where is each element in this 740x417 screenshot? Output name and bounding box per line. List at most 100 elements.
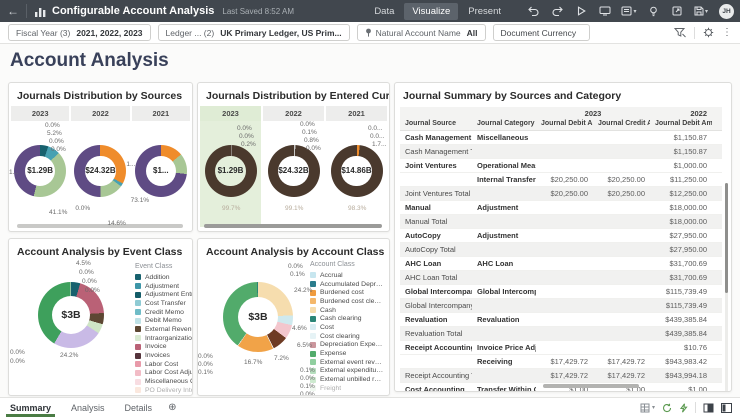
col-debit-2022[interactable]: Journal Debit Amount (Accounted)▲ bbox=[650, 118, 712, 131]
table-row[interactable]: Joint VenturesOperational Measure$1,000.… bbox=[400, 159, 722, 173]
col-credit-2023[interactable]: Journal Credit Amount (Accounted) bbox=[593, 118, 650, 131]
legend-item[interactable]: Invoice bbox=[135, 343, 193, 352]
legend-item[interactable]: Burdened cost clearing bbox=[310, 297, 384, 306]
donut-cell-2023-selected[interactable]: $1.29B0.0%0.0%0.2%99.7% bbox=[200, 121, 261, 227]
table-row[interactable]: ManualAdjustment$18,000.00 bbox=[400, 201, 722, 215]
donut-cell-2023[interactable]: $1.29B0.0%5.2%0.0%0.0%41.1%1... bbox=[11, 121, 69, 227]
legend-item[interactable]: Expense bbox=[310, 349, 384, 358]
legend-item[interactable]: Labor Cost bbox=[135, 360, 193, 369]
table-row-total[interactable]: AHC Loan Total$31,700.69 bbox=[400, 271, 722, 285]
panel-account-class[interactable]: Account Analysis by Account Class $3B 0.… bbox=[197, 238, 390, 396]
col-debit-2023[interactable]: Journal Debit Amount (Accounted) bbox=[536, 118, 593, 131]
donut-chart-account-class[interactable]: $3B bbox=[223, 282, 293, 352]
legend-item[interactable]: External expenditure ... bbox=[310, 367, 384, 376]
table-row[interactable]: Internal Transfer$20,250.00$20,250.00$11… bbox=[400, 173, 722, 187]
legend-item[interactable]: Cash bbox=[310, 306, 384, 315]
panel-event-class[interactable]: Account Analysis by Event Class $3B 4.5%… bbox=[8, 238, 193, 396]
filter-chip-document-currency[interactable]: Document Currency bbox=[493, 24, 591, 41]
horizontal-scrollbar[interactable] bbox=[204, 224, 382, 228]
table-row[interactable]: AutoCopyAdjustment$27,950.00 bbox=[400, 229, 722, 243]
legend-item[interactable]: Adjustment bbox=[135, 282, 193, 291]
table-row[interactable]: Receipt AccountingInvoice Price Adjust$1… bbox=[400, 341, 722, 355]
table-row[interactable]: Global IntercompanyGlobal Intercompany$1… bbox=[400, 285, 722, 299]
donut-cell-2022[interactable]: $24.32B1...0.0%14.6% bbox=[71, 121, 129, 227]
legend-item[interactable]: Invoices bbox=[135, 351, 193, 360]
donut-chart[interactable]: $24.32B bbox=[74, 145, 126, 197]
vertical-scrollbar[interactable] bbox=[725, 183, 728, 392]
table-row-total[interactable]: AutoCopy Total$27,950.00 bbox=[400, 243, 722, 257]
legend-item[interactable]: Cost bbox=[310, 323, 384, 332]
canvas-tab-summary[interactable]: Summary bbox=[0, 398, 61, 417]
filter-chip-ledger[interactable]: Ledger ... (2) UK Primary Ledger, US Pri… bbox=[158, 24, 350, 41]
legend-item[interactable]: Intraorganization Tra... bbox=[135, 334, 193, 343]
notes-list-icon[interactable]: ▾ bbox=[619, 3, 639, 19]
table-row[interactable]: Receiving$17,429.72$17,429.72$943,983.42 bbox=[400, 355, 722, 369]
donut-chart[interactable]: $14.86B bbox=[331, 145, 383, 197]
legend-item[interactable]: Cost Transfer bbox=[135, 299, 193, 308]
legend-item[interactable]: External Revenue bbox=[135, 325, 193, 334]
tab-visualize[interactable]: Visualize bbox=[404, 3, 458, 20]
back-arrow-icon[interactable]: ← bbox=[0, 4, 26, 18]
filter-chip-fiscal-year[interactable]: Fiscal Year (3) 2021, 2022, 2023 bbox=[8, 24, 151, 41]
present-screen-icon[interactable] bbox=[595, 3, 615, 19]
filter-off-icon[interactable] bbox=[674, 27, 686, 38]
table-row-total[interactable]: Receipt Accounting Total$17,429.72$17,42… bbox=[400, 369, 722, 383]
kebab-menu-icon[interactable]: ⋮ bbox=[722, 28, 732, 38]
layout-split-icon[interactable] bbox=[721, 403, 732, 413]
legend-item[interactable]: Adjustment Entry bbox=[135, 290, 193, 299]
table-row[interactable]: RevaluationRevaluation$439,385.84 bbox=[400, 313, 722, 327]
col-journal-source[interactable]: Journal Source bbox=[400, 118, 472, 131]
canvas-tab-analysis[interactable]: Analysis bbox=[61, 398, 115, 417]
legend-item[interactable]: PO Delivery Into Inve... bbox=[135, 386, 193, 395]
legend-item[interactable]: Miscellaneous Cost bbox=[135, 377, 193, 386]
save-icon[interactable]: ▾ bbox=[691, 3, 711, 19]
refresh-data-icon[interactable] bbox=[662, 403, 672, 413]
donut-chart[interactable]: $1.29B bbox=[205, 145, 257, 197]
table-row-total[interactable]: Cash Management Total$1,150.87 bbox=[400, 145, 722, 159]
tab-data[interactable]: Data bbox=[366, 3, 402, 20]
open-window-icon[interactable] bbox=[667, 3, 687, 19]
layout-expanded-icon[interactable] bbox=[703, 403, 714, 413]
preview-play-icon[interactable] bbox=[571, 3, 591, 19]
tab-present[interactable]: Present bbox=[460, 3, 509, 20]
donut-cell-2021[interactable]: $14.86B0.0...0.0...1.7...98.3% bbox=[326, 121, 387, 227]
table-row-total[interactable]: Manual Total$18,000.00 bbox=[400, 215, 722, 229]
legend-item[interactable]: Cost clearing bbox=[310, 332, 384, 341]
horizontal-scrollbar[interactable] bbox=[17, 224, 183, 228]
col-journal-category[interactable]: Journal Category bbox=[472, 118, 536, 131]
table-row-total[interactable]: Joint Ventures Total$20,250.00$20,250.00… bbox=[400, 187, 722, 201]
table-row[interactable]: Cash ManagementMiscellaneous$1,150.87 bbox=[400, 131, 722, 145]
add-canvas-icon[interactable]: ⊕ bbox=[168, 402, 176, 413]
legend-item[interactable]: External event revenue bbox=[310, 358, 384, 367]
legend-item[interactable]: Accumulated Depreci... bbox=[310, 280, 384, 289]
filter-chip-natural-account[interactable]: Natural Account Name All bbox=[357, 24, 486, 41]
legend-item[interactable]: Accrual bbox=[310, 271, 384, 280]
legend-item[interactable]: Burdened cost bbox=[310, 288, 384, 297]
data-settings-icon[interactable] bbox=[703, 27, 714, 38]
legend-item[interactable]: Debit Memo bbox=[135, 316, 193, 325]
table-row-total[interactable]: Global Intercompany Total$115,739.49 bbox=[400, 299, 722, 313]
insights-bulb-icon[interactable] bbox=[643, 3, 663, 19]
donut-chart[interactable]: $24.32B bbox=[268, 145, 320, 197]
legend-item[interactable]: External unbilled rece... bbox=[310, 375, 384, 384]
auto-insights-icon[interactable] bbox=[679, 403, 688, 413]
redo-icon[interactable] bbox=[547, 3, 567, 19]
legend-item[interactable]: Credit Memo bbox=[135, 308, 193, 317]
legend-item[interactable]: Labor Cost Adjustment bbox=[135, 369, 193, 378]
legend-item[interactable]: Addition bbox=[135, 273, 193, 282]
legend-item[interactable]: Freight bbox=[310, 384, 384, 393]
panel-journal-summary-table[interactable]: Journal Summary by Sources and Category … bbox=[394, 82, 732, 392]
donut-chart[interactable]: $1... bbox=[135, 145, 187, 197]
table-row[interactable]: AHC LoanAHC Loan$31,700.69 bbox=[400, 257, 722, 271]
donut-cell-2022[interactable]: $24.32B0.0%0.1%0.8%0.0%99.1% bbox=[263, 121, 324, 227]
panel-journals-by-currency[interactable]: Journals Distribution by Entered Currenc… bbox=[197, 82, 390, 232]
donut-cell-2021[interactable]: $1...73.1% bbox=[132, 121, 190, 227]
canvas-tab-details[interactable]: Details bbox=[115, 398, 163, 417]
legend-item[interactable]: Cash clearing bbox=[310, 314, 384, 323]
avatar[interactable]: JH bbox=[719, 4, 734, 19]
canvas-grid-icon[interactable]: ▾ bbox=[640, 403, 655, 413]
panel-journals-by-sources[interactable]: Journals Distribution by Sources 2023 20… bbox=[8, 82, 193, 232]
table-row-total[interactable]: Revaluation Total$439,385.84 bbox=[400, 327, 722, 341]
legend-item[interactable]: Depreciation Expense bbox=[310, 341, 384, 350]
undo-icon[interactable] bbox=[523, 3, 543, 19]
